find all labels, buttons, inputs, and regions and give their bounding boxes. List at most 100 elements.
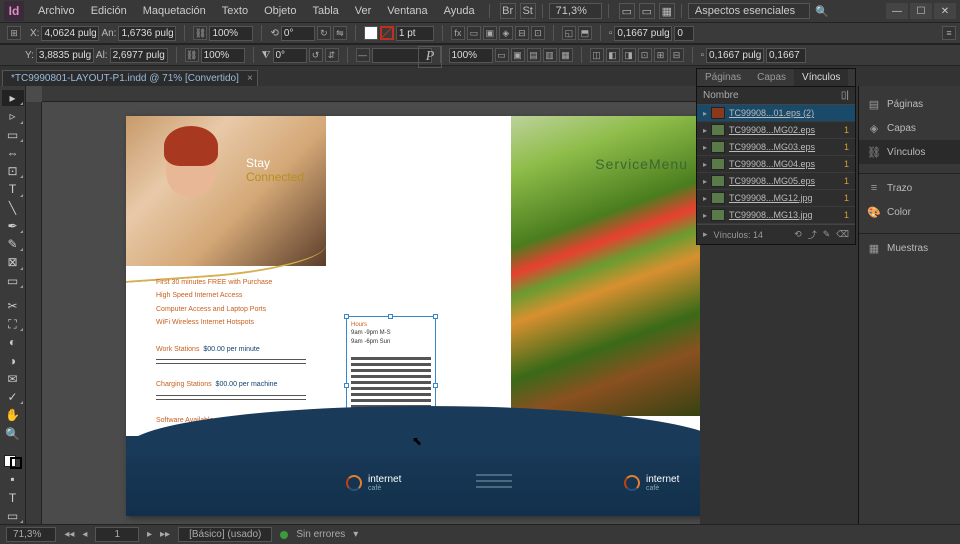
workspace-dropdown[interactable]: Aspectos esenciales: [688, 3, 810, 19]
fill-swatch-icon[interactable]: [364, 26, 378, 40]
screen-mode-icon[interactable]: ▭: [639, 3, 655, 19]
resize-handle[interactable]: [344, 314, 349, 319]
page-back-icon[interactable]: ◂: [82, 529, 87, 540]
menu-text[interactable]: Texto: [214, 2, 256, 20]
resize-handle[interactable]: [388, 314, 393, 319]
frame-fit6-icon[interactable]: ⊟: [670, 48, 684, 62]
menu-object[interactable]: Objeto: [256, 2, 304, 20]
page-tool[interactable]: ▭: [2, 127, 24, 143]
rectangle-tool[interactable]: ▭: [2, 273, 24, 289]
format-container-icon[interactable]: T: [2, 489, 24, 505]
y-field[interactable]: [36, 48, 94, 63]
zoom-dropdown[interactable]: 71,3%: [549, 3, 602, 19]
pencil-tool[interactable]: ✎: [2, 236, 24, 252]
stroke-weight-field[interactable]: [396, 26, 434, 41]
zoom-tool[interactable]: 🔍: [2, 425, 24, 441]
frame-fit2-icon[interactable]: ◧: [606, 48, 620, 62]
align-top-icon[interactable]: ⬒: [578, 26, 592, 40]
status-zoom-dropdown[interactable]: 71,3%: [6, 527, 56, 542]
menu-view[interactable]: Ver: [347, 2, 380, 20]
w-field[interactable]: [118, 26, 176, 41]
px-w-field[interactable]: [674, 26, 694, 41]
paragraph-mode-icon[interactable]: P: [418, 46, 442, 68]
col-page-header[interactable]: ▯|: [841, 90, 849, 101]
link-row[interactable]: ▸TC99908...MG12.jpg1: [697, 190, 855, 207]
link-row[interactable]: ▸TC99908...MG04.eps1: [697, 156, 855, 173]
h-field[interactable]: [110, 48, 168, 63]
wrap-bbox-icon[interactable]: ▣: [483, 26, 497, 40]
wrap-jump-icon[interactable]: ⊟: [515, 26, 529, 40]
page-prev-icon[interactable]: ◂◂: [64, 529, 74, 540]
free-transform-tool[interactable]: ⛶: [2, 316, 24, 332]
dock-layers[interactable]: ◈Capas: [859, 116, 960, 140]
close-button[interactable]: ✕: [934, 3, 956, 19]
frame-fit1-icon[interactable]: ◫: [590, 48, 604, 62]
content-collector-tool[interactable]: ⊡: [2, 163, 24, 179]
status-master-dropdown[interactable]: [Básico] (usado): [178, 527, 272, 542]
stroke-swatch-icon[interactable]: [380, 26, 394, 40]
link-row[interactable]: ▸TC99908...MG03.eps1: [697, 139, 855, 156]
dock-links[interactable]: ⛓Vínculos: [859, 140, 960, 164]
tab-links[interactable]: Vínculos: [794, 69, 848, 86]
wrap-column-icon[interactable]: ⊡: [531, 26, 545, 40]
link-row[interactable]: ▸TC99908...01.eps (2): [697, 105, 855, 122]
wrap-10-icon[interactable]: ▦: [559, 48, 573, 62]
canvas[interactable]: Stay Connected First 30 minutes FREE wit…: [26, 86, 700, 524]
menu-file[interactable]: Archivo: [30, 2, 83, 20]
view-options-icon[interactable]: ▭: [619, 3, 635, 19]
link-row[interactable]: ▸TC99908...MG13.jpg1: [697, 207, 855, 224]
wrap-shape-icon[interactable]: ◈: [499, 26, 513, 40]
relink-icon[interactable]: ⟲: [794, 229, 802, 240]
constrain2-icon[interactable]: ⛓: [185, 48, 199, 62]
apply-color-icon[interactable]: ▪: [2, 471, 24, 487]
tab-close-icon[interactable]: ×: [247, 73, 253, 84]
scissors-tool[interactable]: ✂: [2, 298, 24, 314]
update-link-icon[interactable]: ✎: [823, 229, 831, 240]
scaley-field[interactable]: [201, 48, 245, 63]
tab-pages[interactable]: Páginas: [697, 69, 749, 86]
rotate-ccw-icon[interactable]: ↺: [309, 48, 323, 62]
resize-handle[interactable]: [344, 383, 349, 388]
hand-tool[interactable]: ✋: [2, 407, 24, 423]
selection-tool[interactable]: ▸: [2, 90, 24, 106]
rotate-field[interactable]: [281, 26, 315, 41]
px-h-field[interactable]: [766, 48, 806, 63]
preflight-label[interactable]: Sin errores: [296, 529, 345, 540]
document-tab[interactable]: *TC9990801-LAYOUT-P1.indd @ 71% [Convert…: [2, 70, 258, 86]
line-tool[interactable]: ╲: [2, 200, 24, 216]
menu-help[interactable]: Ayuda: [436, 2, 483, 20]
arrange-icon[interactable]: ▦: [659, 3, 675, 19]
stroke-style-icon[interactable]: —: [356, 48, 370, 62]
dock-pages[interactable]: ▤Páginas: [859, 92, 960, 116]
wrap-none-icon[interactable]: ▭: [467, 26, 481, 40]
constrain-icon[interactable]: ⛓: [193, 26, 207, 40]
goto-link-icon[interactable]: ⤴: [808, 228, 817, 241]
note-tool[interactable]: ✉: [2, 371, 24, 387]
px-x-field[interactable]: [614, 26, 672, 41]
pen-tool[interactable]: ✒: [2, 218, 24, 234]
frame-fit4-icon[interactable]: ⊡: [638, 48, 652, 62]
wrap-7-icon[interactable]: ▣: [511, 48, 525, 62]
menu-table[interactable]: Tabla: [304, 2, 346, 20]
bridge-icon[interactable]: Br: [500, 3, 516, 19]
gradient-feather-tool[interactable]: ◑: [2, 352, 24, 368]
page-fwd-icon[interactable]: ▸: [147, 529, 152, 540]
link-row[interactable]: ▸TC99908...MG05.eps1: [697, 173, 855, 190]
panel-menu-icon[interactable]: ≡: [942, 26, 956, 40]
ref-point-icon[interactable]: ⊞: [7, 26, 21, 40]
dock-color[interactable]: 🎨Color: [859, 200, 960, 224]
search-icon[interactable]: 🔍: [814, 3, 830, 19]
rectangle-frame-tool[interactable]: ⊠: [2, 254, 24, 270]
fill-stroke-swatch[interactable]: [4, 455, 22, 470]
resize-handle[interactable]: [433, 314, 438, 319]
rotate-cw-icon[interactable]: ↻: [317, 26, 331, 40]
screen-mode-tool[interactable]: ▭: [2, 508, 24, 524]
link-row[interactable]: ▸TC99908...MG02.eps1: [697, 122, 855, 139]
minimize-button[interactable]: —: [886, 3, 908, 19]
menu-edit[interactable]: Edición: [83, 2, 135, 20]
dock-swatches[interactable]: ▦Muestras: [859, 236, 960, 260]
menu-window[interactable]: Ventana: [379, 2, 435, 20]
preflight-menu-icon[interactable]: ▾: [353, 529, 358, 540]
fliph-icon[interactable]: ⇋: [333, 26, 347, 40]
stock-icon[interactable]: St: [520, 3, 536, 19]
